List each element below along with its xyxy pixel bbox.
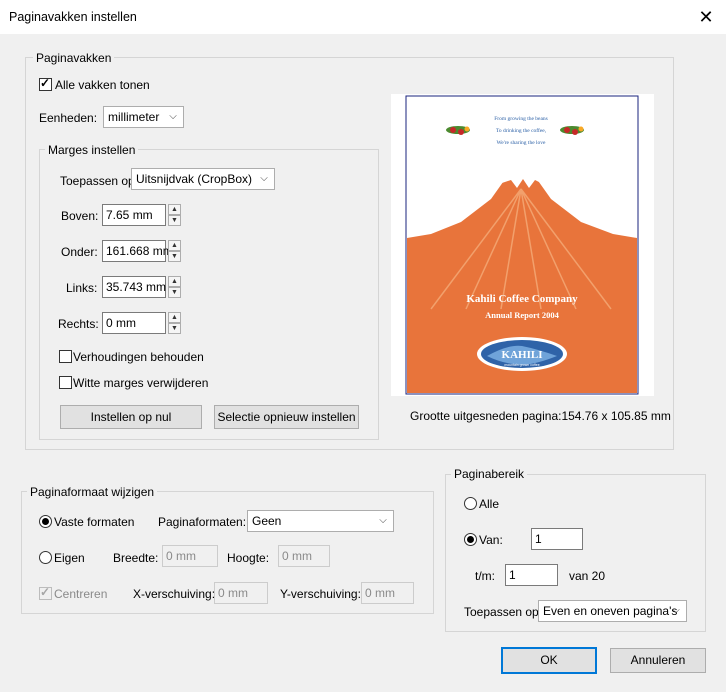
spin-up-icon[interactable]: ▲ xyxy=(168,312,181,323)
chevron-down-icon: ⌵ xyxy=(260,173,268,184)
logo-text: KAHILI xyxy=(502,349,543,361)
marges-legend: Marges instellen xyxy=(45,143,139,157)
page-preview: From growing the beans To drinking the c… xyxy=(391,94,654,396)
bottom-margin-input[interactable]: 161.668 mm xyxy=(102,240,173,262)
left-margin-input[interactable]: 35.743 mm xyxy=(102,276,166,298)
range-apply-select[interactable]: Even en oneven pagina's ⌵ xyxy=(538,600,687,622)
width-input[interactable]: 0 mm xyxy=(162,545,218,567)
reset-zero-button[interactable]: Instellen op nul xyxy=(60,405,202,429)
paginabereik-legend: Paginabereik xyxy=(451,467,528,481)
to-input[interactable]: 1 xyxy=(505,564,558,586)
units-label: Eenheden: xyxy=(39,111,98,125)
to-label: t/m: xyxy=(475,569,495,583)
report-title: Annual Report 2004 xyxy=(485,310,559,320)
spin-down-icon[interactable]: ▼ xyxy=(168,215,181,226)
left-margin-label: Links: xyxy=(66,281,98,295)
formats-select[interactable]: Geen ⌵ xyxy=(247,510,394,532)
spin-up-icon[interactable]: ▲ xyxy=(168,204,181,215)
top-margin-input[interactable]: 7.65 mm xyxy=(102,204,166,226)
top-margin-stepper[interactable]: ▲ ▼ xyxy=(168,204,181,226)
spin-up-icon[interactable]: ▲ xyxy=(168,240,181,251)
keep-ratio-label[interactable]: Verhoudingen behouden xyxy=(73,350,204,364)
formats-label: Paginaformaten: xyxy=(158,515,247,529)
from-input[interactable]: 1 xyxy=(531,528,583,550)
close-icon[interactable]: ✕ xyxy=(694,5,718,29)
spin-down-icon[interactable]: ▼ xyxy=(168,287,181,298)
keep-ratio-checkbox[interactable] xyxy=(59,350,72,363)
crop-size-text: Grootte uitgesneden pagina:154.76 x 105.… xyxy=(410,409,671,423)
spin-down-icon[interactable]: ▼ xyxy=(168,323,181,334)
dialog-title: Paginavakken instellen xyxy=(9,10,137,24)
right-margin-value: 0 mm xyxy=(106,316,136,330)
height-value: 0 mm xyxy=(282,549,312,563)
custom-radio[interactable] xyxy=(39,551,52,564)
from-value: 1 xyxy=(535,532,542,546)
bottom-margin-label: Onder: xyxy=(61,245,98,259)
top-margin-label: Boven: xyxy=(61,209,99,223)
right-margin-stepper[interactable]: ▲ ▼ xyxy=(168,312,181,334)
from-label[interactable]: Van: xyxy=(479,533,503,547)
fixed-formats-label[interactable]: Vaste formaten xyxy=(54,515,134,529)
right-margin-input[interactable]: 0 mm xyxy=(102,312,166,334)
left-margin-value: 35.743 mm xyxy=(106,280,167,294)
formats-value: Geen xyxy=(252,514,282,528)
remove-white-label[interactable]: Witte marges verwijderen xyxy=(73,376,208,390)
yshift-input[interactable]: 0 mm xyxy=(361,582,414,604)
height-label: Hoogte: xyxy=(227,551,270,565)
spin-down-icon[interactable]: ▼ xyxy=(168,251,181,262)
bottom-margin-value: 161.668 mm xyxy=(106,244,173,258)
chevron-down-icon: ⌵ xyxy=(672,605,680,616)
company-name: Kahili Coffee Company xyxy=(466,293,578,305)
paginavakken-legend: Paginavakken xyxy=(33,51,115,65)
fixed-formats-radio[interactable] xyxy=(39,515,52,528)
right-margin-label: Rechts: xyxy=(58,317,99,331)
xshift-label: X-verschuiving: xyxy=(133,587,216,601)
left-margin-stepper[interactable]: ▲ ▼ xyxy=(168,276,181,298)
paginaformaat-legend: Paginaformaat wijzigen xyxy=(27,485,158,499)
from-radio[interactable] xyxy=(464,533,477,546)
width-value: 0 mm xyxy=(166,549,196,563)
preview-canvas: From growing the beans To drinking the c… xyxy=(405,95,639,395)
units-select[interactable]: millimeter ⌵ xyxy=(103,106,184,128)
bottom-margin-stepper[interactable]: ▲ ▼ xyxy=(168,240,181,262)
custom-label[interactable]: Eigen xyxy=(54,551,85,565)
all-pages-radio[interactable] xyxy=(464,497,477,510)
remove-white-checkbox[interactable] xyxy=(59,376,72,389)
show-all-checkbox[interactable] xyxy=(39,76,52,91)
kahili-logo: KAHILI mountain grown coffee xyxy=(477,337,567,371)
chevron-down-icon: ⌵ xyxy=(379,515,387,526)
apply-to-value: Uitsnijdvak (CropBox) xyxy=(136,172,253,186)
tagline-3: We're sharing the love xyxy=(497,140,547,146)
width-label: Breedte: xyxy=(113,551,159,565)
show-all-label[interactable]: Alle vakken tonen xyxy=(55,78,150,92)
center-checkbox[interactable] xyxy=(39,585,52,600)
chevron-down-icon: ⌵ xyxy=(169,111,177,122)
yshift-label: Y-verschuiving: xyxy=(280,587,361,601)
xshift-input[interactable]: 0 mm xyxy=(214,582,268,604)
xshift-value: 0 mm xyxy=(218,586,248,600)
range-apply-label: Toepassen op: xyxy=(464,605,543,619)
apply-to-select[interactable]: Uitsnijdvak (CropBox) ⌵ xyxy=(131,168,275,190)
of-pages-label: van 20 xyxy=(569,569,606,583)
tagline-1: From growing the beans xyxy=(494,116,548,122)
spin-up-icon[interactable]: ▲ xyxy=(168,276,181,287)
range-apply-value: Even en oneven pagina's xyxy=(543,604,678,618)
to-value: 1 xyxy=(509,568,516,582)
cancel-button[interactable]: Annuleren xyxy=(610,648,706,673)
reset-selection-button[interactable]: Selectie opnieuw instellen xyxy=(214,405,359,429)
ok-button[interactable]: OK xyxy=(501,647,597,674)
logo-subtext: mountain grown coffee xyxy=(504,363,539,367)
tagline-2: To drinking the coffee, xyxy=(496,127,547,134)
top-margin-value: 7.65 mm xyxy=(106,208,153,222)
units-value: millimeter xyxy=(108,110,160,124)
yshift-value: 0 mm xyxy=(365,586,395,600)
height-input[interactable]: 0 mm xyxy=(278,545,330,567)
center-label[interactable]: Centreren xyxy=(54,587,107,601)
all-pages-label[interactable]: Alle xyxy=(479,497,499,511)
apply-to-label: Toepassen op: xyxy=(60,174,139,188)
